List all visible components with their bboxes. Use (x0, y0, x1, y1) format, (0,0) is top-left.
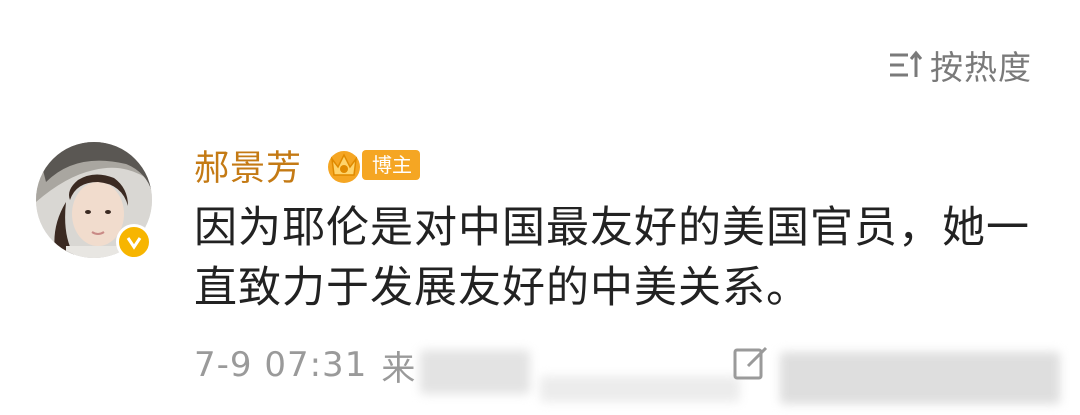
blurred-area-right (780, 352, 1060, 404)
comment-text: 因为耶伦是对中国最友好的美国官员，她一直致力于发展友好的中美关系。 (194, 203, 1030, 313)
sort-lines-icon (890, 50, 923, 77)
crown-icon (328, 151, 361, 183)
verified-v-icon (116, 224, 152, 260)
blogger-badge[interactable]: 博主 (322, 145, 421, 185)
comment-meta: 7-9 07:31 来 (194, 340, 415, 390)
comment-source: 来 (381, 348, 416, 389)
sort-label: 按热度 (930, 48, 1032, 87)
blogger-badge-label: 博主 (362, 150, 421, 180)
blurred-area-strip (540, 376, 740, 402)
blurred-area-source (420, 350, 530, 394)
sort-by-heat-button[interactable]: 按热度 (886, 40, 1032, 90)
comment-header: 郝景芳 博主 (194, 140, 421, 191)
comment-time: 7-9 07:31 (194, 345, 368, 385)
edit-icon[interactable] (732, 344, 770, 382)
username-link[interactable]: 郝景芳 (194, 140, 302, 191)
comment-panel: 按热度 郝景芳 博主 因为耶伦是对中国最友好的美国官员，她一直致力于发展友好的中… (0, 0, 1080, 415)
